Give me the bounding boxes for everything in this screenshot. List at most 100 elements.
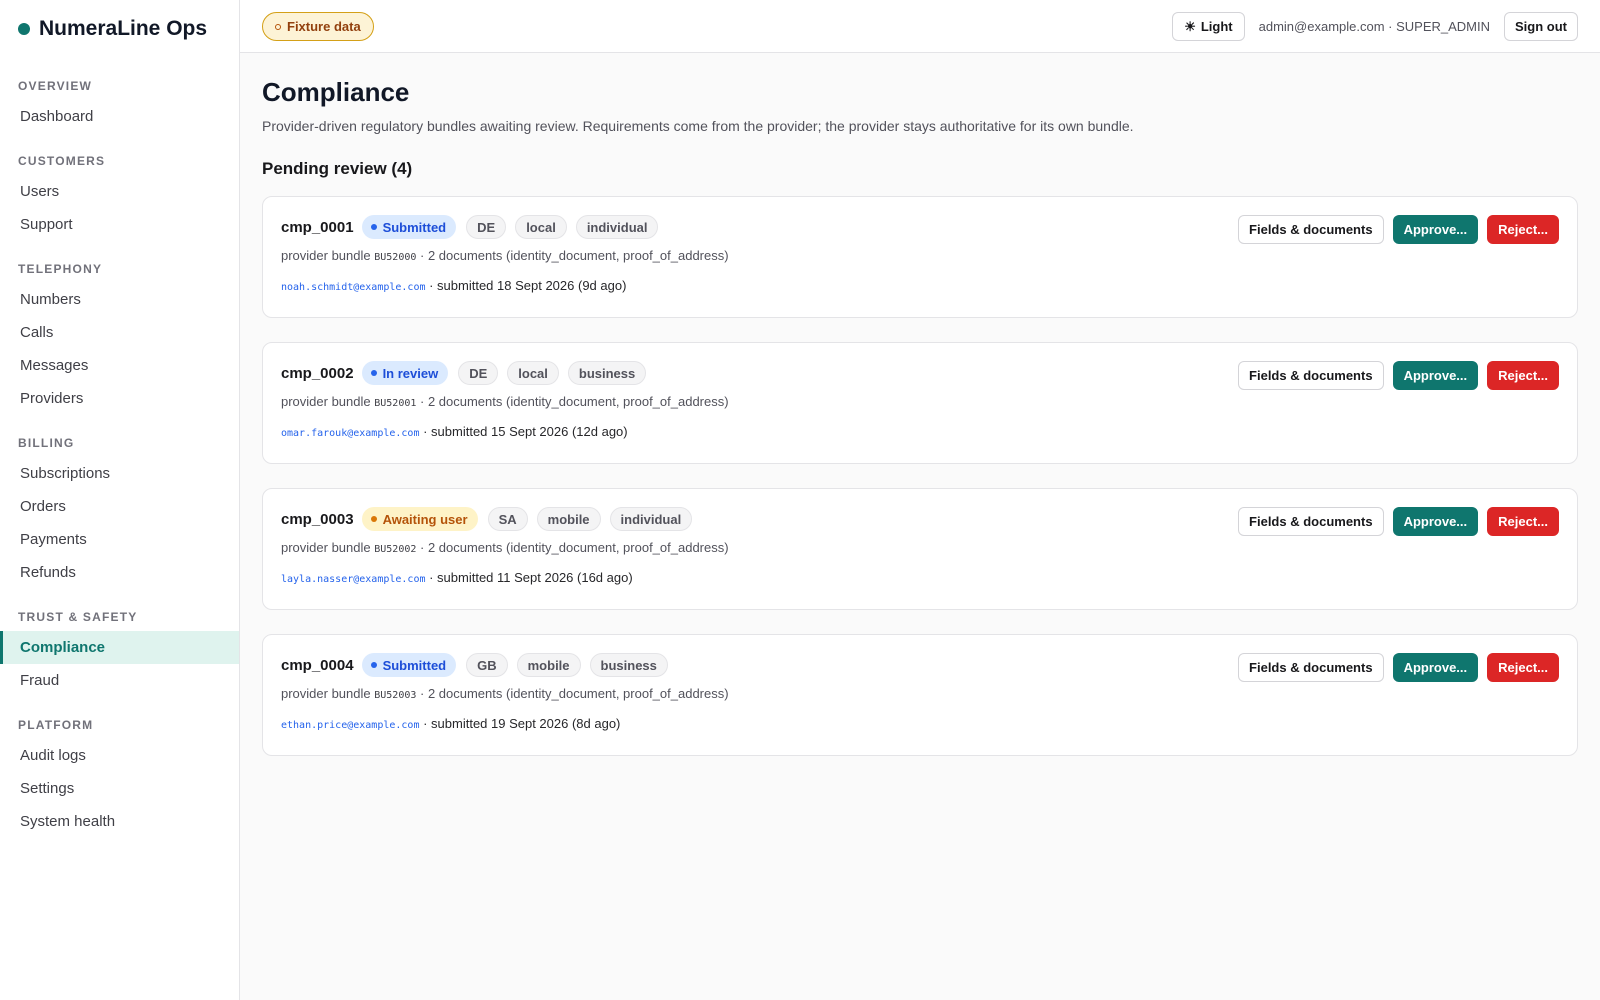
reject-button[interactable]: Reject... <box>1487 653 1559 682</box>
approve-button[interactable]: Approve... <box>1392 215 1479 244</box>
sidebar-item-numbers[interactable]: Numbers <box>0 283 239 316</box>
submitter-email[interactable]: layla.nasser@example.com <box>281 574 426 585</box>
reject-button[interactable]: Reject... <box>1487 361 1559 390</box>
sidebar-nav: OVERVIEW Dashboard CUSTOMERS Users Support TE… <box>0 70 239 838</box>
sidebar-item-audit-logs[interactable]: Audit logs <box>0 739 239 772</box>
nav-section: OVERVIEW Dashboard <box>0 70 239 133</box>
bundle-prefix: provider bundle <box>281 394 375 409</box>
tag-pill: individual <box>609 507 693 531</box>
nav-section: TELEPHONY Numbers Calls Messages Providers <box>0 253 239 415</box>
fields-documents-button[interactable]: Fields & documents <box>1238 215 1384 244</box>
tag-pill: DE <box>458 361 499 385</box>
sidebar-item-orders[interactable]: Orders <box>0 490 239 523</box>
submitted-date: · submitted 19 Sept 2026 (8d ago) <box>419 716 621 731</box>
tag-pill: SA <box>487 507 528 531</box>
main-content: Compliance Provider-driven regulatory bu… <box>262 53 1578 756</box>
bundle-info: provider bundle BU52002 · 2 documents (i… <box>281 540 729 555</box>
tag-pill: GB <box>466 653 508 677</box>
case-card: cmp_0001 Submitted DE local individual provid… <box>262 196 1578 318</box>
bundle-id: BU52003 <box>374 690 417 701</box>
status-badge: Submitted <box>361 653 457 677</box>
sidebar-item-calls[interactable]: Calls <box>0 316 239 349</box>
nav-section-heading: OVERVIEW <box>18 79 93 93</box>
status-dot-icon <box>370 516 377 522</box>
case-id: cmp_0003 <box>281 510 354 528</box>
sidebar-item-subscriptions[interactable]: Subscriptions <box>0 457 239 490</box>
tag-pill: mobile <box>536 507 601 531</box>
case-card: cmp_0003 Awaiting user SA mobile individual p… <box>262 488 1578 610</box>
reject-button[interactable]: Reject... <box>1487 215 1559 244</box>
sidebar-item-fraud[interactable]: Fraud <box>0 664 239 697</box>
brand-name: NumeraLine Ops <box>39 17 208 40</box>
sidebar-item-dashboard[interactable]: Dashboard <box>0 100 239 133</box>
theme-toggle-button[interactable]: ☀ Light <box>1172 12 1245 41</box>
tag-pill: local <box>507 361 559 385</box>
sidebar-item-compliance[interactable]: Compliance <box>0 631 239 664</box>
topbar-right: ☀ Light admin@example.com · SUPER_ADMIN … <box>1172 12 1578 41</box>
tag-pill: business <box>589 653 668 677</box>
nav-section: TRUST & SAFETY Compliance Fraud <box>0 601 239 697</box>
topbar: Fixture data ☀ Light admin@example.com ·… <box>240 0 1600 53</box>
sun-icon: ☀ <box>1184 18 1196 34</box>
submitter-info: layla.nasser@example.com · submitted 11 … <box>281 570 633 585</box>
case-card: cmp_0004 Submitted GB mobile business provide… <box>262 634 1578 756</box>
fields-documents-button[interactable]: Fields & documents <box>1238 653 1384 682</box>
case-id: cmp_0001 <box>281 218 354 236</box>
nav-section: CUSTOMERS Users Support <box>0 145 239 241</box>
page-title: Compliance <box>262 77 410 107</box>
submitter-info: omar.farouk@example.com · submitted 15 S… <box>281 424 628 439</box>
bundle-info: provider bundle BU52000 · 2 documents (i… <box>281 248 729 263</box>
sidebar-item-support[interactable]: Support <box>0 208 239 241</box>
case-actions: Fields & documents Approve... Reject... <box>1229 215 1559 244</box>
case-header: cmp_0003 Awaiting user SA mobile individual <box>281 506 701 532</box>
approve-button[interactable]: Approve... <box>1392 361 1479 390</box>
sidebar-item-settings[interactable]: Settings <box>0 772 239 805</box>
approve-button[interactable]: Approve... <box>1392 507 1479 536</box>
status-label: In review <box>382 365 439 381</box>
approve-button[interactable]: Approve... <box>1392 653 1479 682</box>
submitter-info: ethan.price@example.com · submitted 19 S… <box>281 716 620 731</box>
theme-label: Light <box>1200 19 1233 34</box>
submitter-info: noah.schmidt@example.com · submitted 18 … <box>281 278 626 293</box>
section-title: Pending review (4) <box>262 159 413 178</box>
reject-button[interactable]: Reject... <box>1487 507 1559 536</box>
nav-section-heading: CUSTOMERS <box>18 154 106 168</box>
fields-documents-button[interactable]: Fields & documents <box>1238 507 1384 536</box>
documents-summary: · 2 documents (identity_document, proof_… <box>416 394 729 409</box>
submitted-date: · submitted 15 Sept 2026 (12d ago) <box>419 424 628 439</box>
sidebar-item-payments[interactable]: Payments <box>0 523 239 556</box>
sidebar-item-system-health[interactable]: System health <box>0 805 239 838</box>
case-card: cmp_0002 In review DE local business provider… <box>262 342 1578 464</box>
case-header: cmp_0004 Submitted GB mobile business <box>281 652 677 678</box>
status-label: Submitted <box>382 657 447 673</box>
sidebar-item-refunds[interactable]: Refunds <box>0 556 239 589</box>
brand[interactable]: NumeraLine Ops <box>0 0 239 58</box>
nav-section-heading: TRUST & SAFETY <box>18 610 138 624</box>
case-actions: Fields & documents Approve... Reject... <box>1229 507 1559 536</box>
case-id: cmp_0002 <box>281 364 354 382</box>
bundle-info: provider bundle BU52001 · 2 documents (i… <box>281 394 729 409</box>
case-actions: Fields & documents Approve... Reject... <box>1229 653 1559 682</box>
status-label: Submitted <box>382 219 447 235</box>
documents-summary: · 2 documents (identity_document, proof_… <box>416 686 729 701</box>
sign-out-button[interactable]: Sign out <box>1504 12 1578 41</box>
case-header: cmp_0002 In review DE local business <box>281 360 655 386</box>
documents-summary: · 2 documents (identity_document, proof_… <box>416 540 729 555</box>
sidebar-item-messages[interactable]: Messages <box>0 349 239 382</box>
bundle-prefix: provider bundle <box>281 686 375 701</box>
fields-documents-button[interactable]: Fields & documents <box>1238 361 1384 390</box>
bundle-id: BU52002 <box>374 544 417 555</box>
nav-section-heading: PLATFORM <box>18 718 94 732</box>
nav-section: BILLING Subscriptions Orders Payments Refund… <box>0 427 239 589</box>
sidebar-item-providers[interactable]: Providers <box>0 382 239 415</box>
nav-section: PLATFORM Audit logs Settings System health <box>0 709 239 838</box>
fixture-data-label: Fixture data <box>287 19 361 34</box>
nav-section-heading: BILLING <box>18 436 75 450</box>
tag-pill: business <box>567 361 647 385</box>
submitter-email[interactable]: omar.farouk@example.com <box>281 428 419 439</box>
submitter-email[interactable]: ethan.price@example.com <box>281 720 419 731</box>
fixture-dot-icon <box>275 23 281 30</box>
status-dot-icon <box>370 370 377 376</box>
submitter-email[interactable]: noah.schmidt@example.com <box>281 282 426 293</box>
sidebar-item-users[interactable]: Users <box>0 175 239 208</box>
